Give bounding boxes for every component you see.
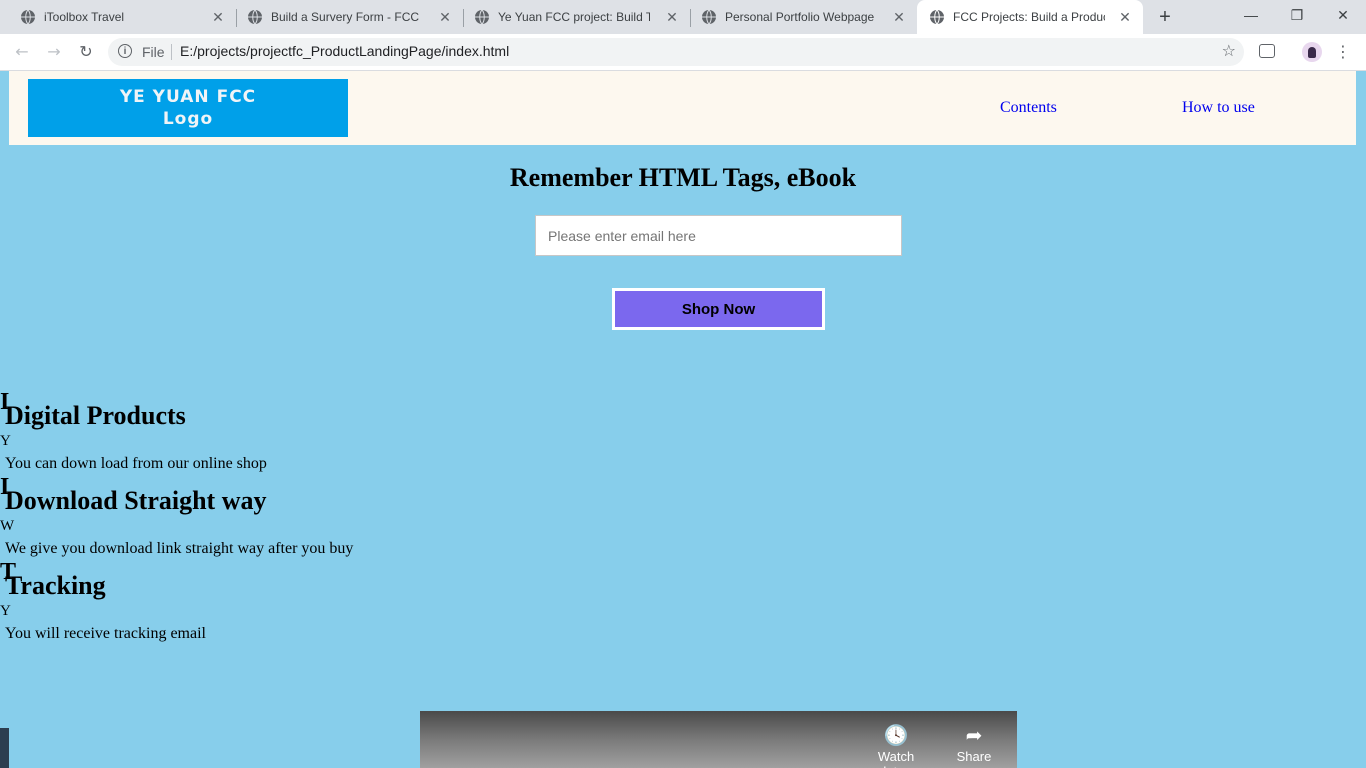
tab-title: iToolbox Travel <box>44 10 125 24</box>
feature-icon-caption: Y <box>0 603 11 619</box>
browser-tab[interactable]: Personal Portfolio Webpage - F ✕ <box>681 0 917 34</box>
feature-title: Download Straight way <box>5 486 267 515</box>
address-bar[interactable]: i File E:/projects/projectfc_ProductLand… <box>108 38 1244 66</box>
feature-title: Digital Products <box>5 401 186 430</box>
feature-item: I Download Straight way W We give you do… <box>0 474 600 564</box>
feature-description: We give you download link straight way a… <box>5 540 354 557</box>
scheme-label: File <box>142 44 165 60</box>
feature-title: Tracking <box>5 571 106 600</box>
logo-line-2: Logo <box>162 109 214 129</box>
browser-toolbar: ← → ↻ i File E:/projects/projectfc_Produ… <box>0 34 1366 71</box>
forward-arrow-icon[interactable]: → <box>42 40 66 64</box>
url-text[interactable]: E:/projects/projectfc_ProductLandingPage… <box>180 43 509 59</box>
tab-title: Build a Survery Form - FCC <box>271 10 420 24</box>
watch-later-button[interactable]: 🕓 Watch later <box>866 723 926 768</box>
feature-description: You can down load from our online shop <box>5 455 267 472</box>
more-menu-icon[interactable]: ⋮ <box>1335 40 1351 64</box>
info-icon[interactable]: i <box>118 44 132 58</box>
feature-description: You will receive tracking email <box>5 625 206 642</box>
address-divider <box>171 44 172 60</box>
watch-later-label: Watch later <box>877 749 915 768</box>
bookmark-star-icon[interactable]: ☆ <box>1222 41 1236 60</box>
tab-title: Personal Portfolio Webpage - F <box>725 10 877 24</box>
browser-tab[interactable]: iToolbox Travel ✕ <box>0 0 236 34</box>
share-label: Share <box>956 749 992 764</box>
share-button[interactable]: ➦ Share <box>944 723 1004 764</box>
video-embed[interactable]: 🕓 Watch later ➦ Share <box>420 711 1017 768</box>
logo-line-1: YE YUAN FCC <box>119 87 257 107</box>
globe-icon <box>702 9 716 25</box>
profile-avatar[interactable] <box>1302 42 1322 62</box>
maximize-button[interactable]: ❐ <box>1274 0 1320 30</box>
back-arrow-icon[interactable]: ← <box>10 40 34 64</box>
email-input[interactable] <box>535 215 902 256</box>
close-icon[interactable]: ✕ <box>437 9 453 25</box>
feature-item: T Tracking Y You will receive tracking e… <box>0 559 600 649</box>
close-icon[interactable]: ✕ <box>1117 9 1133 25</box>
site-logo[interactable]: YE YUAN FCC Logo <box>28 79 348 137</box>
side-video-edge <box>0 728 9 768</box>
new-tab-button[interactable]: + <box>1154 6 1176 28</box>
tab-title: FCC Projects: Build a Products <box>953 10 1105 24</box>
browser-tab[interactable]: Ye Yuan FCC project: Build Tech ✕ <box>454 0 690 34</box>
feature-icon-caption: W <box>0 518 15 534</box>
nav-link-how-to-use[interactable]: How to use <box>1182 99 1255 117</box>
share-icon: ➦ <box>965 723 983 747</box>
nav-link-contents[interactable]: Contents <box>1000 99 1057 117</box>
globe-icon <box>930 9 944 25</box>
close-window-button[interactable]: ✕ <box>1320 0 1366 30</box>
feature-icon-caption: Y <box>0 433 11 449</box>
browser-tabstrip: iToolbox Travel ✕ Build a Survery Form -… <box>0 0 1366 34</box>
close-icon[interactable]: ✕ <box>210 9 226 25</box>
reload-icon[interactable]: ↻ <box>74 40 98 64</box>
shop-now-button[interactable]: Shop Now <box>612 288 825 330</box>
close-icon[interactable]: ✕ <box>664 9 680 25</box>
globe-icon <box>475 9 489 25</box>
site-header: YE YUAN FCC Logo Contents How to use <box>9 71 1356 145</box>
extension-icon[interactable] <box>1259 44 1275 58</box>
globe-icon <box>21 9 35 25</box>
clock-icon: 🕓 <box>883 723 909 747</box>
close-icon[interactable]: ✕ <box>891 9 907 25</box>
web-page: YE YUAN FCC Logo Contents How to use Rem… <box>0 71 1366 768</box>
hero-title: Remember HTML Tags, eBook <box>509 163 857 192</box>
globe-icon <box>248 9 262 25</box>
browser-tab[interactable]: Build a Survery Form - FCC ✕ <box>227 0 463 34</box>
browser-tab-active[interactable]: FCC Projects: Build a Products ✕ <box>917 0 1143 34</box>
tab-title: Ye Yuan FCC project: Build Tech <box>498 10 650 24</box>
minimize-button[interactable]: — <box>1228 0 1274 30</box>
feature-item: I Digital Products Y You can down load f… <box>0 389 600 479</box>
